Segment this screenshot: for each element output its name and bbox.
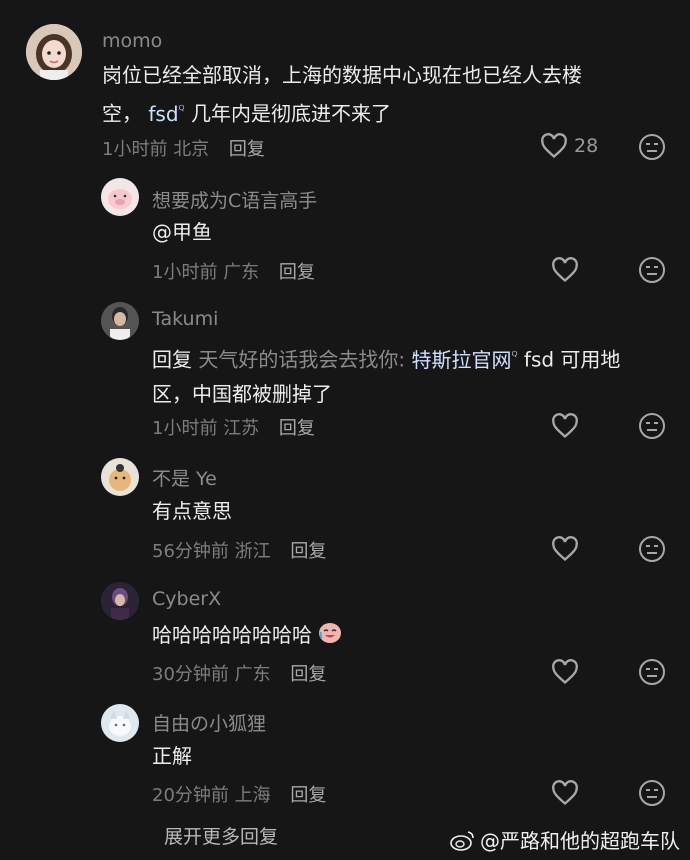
comment-momo: momo 岗位已经全部取消，上海的数据中心现在也已经人去楼 空， fsdꟴ 几年… [0,0,690,170]
reply-button[interactable]: 回复 [279,262,315,283]
location: 北京 [173,139,210,160]
comment-text-line-1: 岗位已经全部取消，上海的数据中心现在也已经人去楼 [102,63,582,87]
timestamp: 20分钟前 [152,785,229,806]
comment-meta: 56分钟前 浙江 回复 [152,537,326,563]
comment-text-line-2: 区，中国都被删掉了 [152,381,332,406]
dislike-button[interactable] [638,412,666,440]
meh-face-icon [639,413,665,439]
avatar[interactable] [101,178,139,216]
laugh-cry-emoji-icon [318,620,342,654]
username[interactable]: CyberX [152,588,221,610]
reply-word: 回复 [152,347,192,372]
expand-more-replies[interactable]: 展开更多回复 [164,822,278,849]
reply-button[interactable]: 回复 [229,139,265,160]
avatar[interactable] [26,24,82,80]
avatar[interactable] [101,458,139,496]
username[interactable]: Takumi [152,308,218,330]
reply-item: 自由の小狐狸 正解 20分钟前 上海 回复 [0,700,690,820]
reply-button[interactable]: 回复 [290,785,326,806]
search-link[interactable]: fsdꟴ [142,101,184,126]
avatar-pig-image [101,178,139,216]
comment-meta: 1小时前 北京 回复 [102,135,265,161]
username[interactable]: 不是 Ye [152,464,217,491]
avatar-man-image [101,302,139,340]
avatar-fox-image [101,704,139,742]
timestamp: 30分钟前 [152,664,229,685]
avatar-character-image [101,582,139,620]
reply-item: CyberX 哈哈哈哈哈哈哈哈 30分钟前 广东 回复 [0,575,690,700]
meh-face-icon [639,134,665,160]
avatar[interactable] [101,302,139,340]
meh-face-icon [639,257,665,283]
reply-button[interactable]: 回复 [279,418,315,439]
like-button[interactable] [551,659,579,685]
reply-item: 不是 Ye 有点意思 56分钟前 浙江 回复 [0,450,690,575]
heart-outline-icon [552,413,578,439]
comment-text: @甲鱼 [152,220,212,244]
timestamp: 1小时前 [102,139,168,160]
dislike-button[interactable] [638,658,666,686]
meh-face-icon [639,780,665,806]
like-button[interactable] [551,413,579,439]
like-button[interactable]: 28 [540,133,598,159]
username[interactable]: 自由の小狐狸 [152,709,266,736]
like-count: 28 [574,135,599,157]
reply-item: Takumi 回复 天气好的话我会去找你: 特斯拉官网ꟴ fsd 可用地 区，中… [0,300,690,450]
timestamp: 1小时前 [152,418,218,439]
avatar[interactable] [101,582,139,620]
like-button[interactable] [551,780,579,806]
heart-outline-icon [552,780,578,806]
dislike-button[interactable] [638,779,666,807]
weibo-logo-icon [450,830,474,851]
timestamp: 1小时前 [152,262,218,283]
reply-button[interactable]: 回复 [290,664,326,685]
comment-text: 有点意思 [152,499,232,523]
username[interactable]: 想要成为C语言高手 [152,186,317,213]
heart-outline-icon [552,536,578,562]
timestamp: 56分钟前 [152,541,229,562]
watermark-text: @严路和他的超跑车队 [480,829,680,853]
comment-text-part: 几年内是彻底进不来了 [184,101,391,126]
heart-outline-icon [541,133,567,159]
avatar-girl-image [26,24,82,80]
reply-button[interactable]: 回复 [290,541,326,562]
location: 江苏 [223,418,260,439]
avatar-dog-image [101,458,139,496]
search-link-text: fsd [142,101,179,126]
username[interactable]: momo [102,30,162,52]
comment-meta: 30分钟前 广东 回复 [152,660,326,686]
dislike-button[interactable] [638,133,666,161]
comment-text-line-1: 回复 天气好的话我会去找你: 特斯拉官网ꟴ fsd 可用地 [152,338,672,377]
comment-text: 岗位已经全部取消，上海的数据中心现在也已经人去楼 空， fsdꟴ 几年内是彻底进… [102,58,662,131]
heart-outline-icon [552,257,578,283]
location: 浙江 [234,541,271,562]
reply-to-user[interactable]: 天气好的话我会去找你: [192,348,411,372]
avatar[interactable] [101,704,139,742]
comment-meta: 1小时前 广东 回复 [152,258,315,284]
location: 广东 [223,262,260,283]
comment-meta: 20分钟前 上海 回复 [152,781,326,807]
comment-text-part: fsd 可用地 [517,347,621,372]
dislike-button[interactable] [638,256,666,284]
location: 广东 [234,664,271,685]
comment-text: 回复 天气好的话我会去找你: 特斯拉官网ꟴ fsd 可用地 区，中国都被删掉了 [152,338,672,411]
search-link[interactable]: 特斯拉官网ꟴ [411,348,517,372]
watermark: @严路和他的超跑车队 [450,825,680,854]
like-button[interactable] [551,257,579,283]
meh-face-icon [639,659,665,685]
comment-text: 哈哈哈哈哈哈哈哈 [152,618,342,654]
comment-text-part: 哈哈哈哈哈哈哈哈 [152,623,312,647]
comment-text: 正解 [152,744,192,768]
meh-face-icon [639,536,665,562]
comment-meta: 1小时前 江苏 回复 [152,414,315,440]
comment-text-part: 空， [102,101,142,126]
like-button[interactable] [551,536,579,562]
comment-text-line-2: 空， fsdꟴ 几年内是彻底进不来了 [102,92,662,131]
search-link-text: 特斯拉官网 [411,347,512,372]
reply-item: 想要成为C语言高手 @甲鱼 1小时前 广东 回复 [0,170,690,300]
dislike-button[interactable] [638,535,666,563]
location: 上海 [234,785,271,806]
heart-outline-icon [552,659,578,685]
